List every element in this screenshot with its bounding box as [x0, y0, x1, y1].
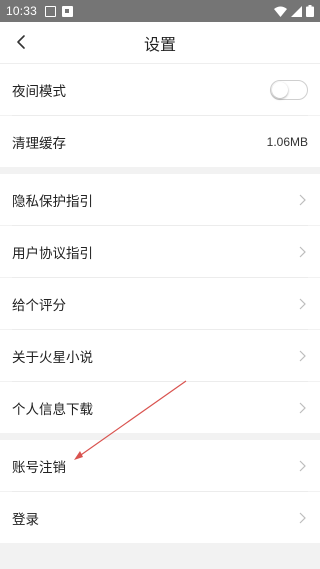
chevron-right-icon	[299, 194, 306, 205]
header: 设置	[0, 22, 320, 64]
list-item-label: 关于火星小说	[12, 349, 93, 366]
clear-cache-row[interactable]: 清理缓存 1.06MB	[0, 116, 320, 167]
chevron-right-icon	[299, 512, 306, 523]
list-item-label: 账号注销	[12, 459, 66, 476]
list-item-label: 给个评分	[12, 297, 66, 314]
list-item-privacy[interactable]: 隐私保护指引	[0, 174, 320, 225]
night-mode-label: 夜间模式	[12, 83, 66, 100]
list-item-login[interactable]: 登录	[0, 492, 320, 543]
list-item-delete-account[interactable]: 账号注销	[0, 440, 320, 491]
list-item-label: 个人信息下载	[12, 401, 93, 418]
night-mode-row[interactable]: 夜间模式	[0, 64, 320, 115]
list-item-rate[interactable]: 给个评分	[0, 278, 320, 329]
night-mode-toggle[interactable]	[270, 79, 308, 100]
image-notification-icon	[45, 5, 57, 17]
back-arrow-icon[interactable]	[12, 32, 32, 52]
list-item-label: 隐私保护指引	[12, 193, 93, 210]
chevron-right-icon	[299, 350, 306, 361]
signal-icon	[291, 5, 302, 17]
status-time: 10:33	[6, 4, 38, 18]
page-title: 设置	[143, 34, 176, 54]
chevron-right-icon	[299, 298, 306, 309]
toggle-knob	[272, 81, 288, 98]
list-item-about[interactable]: 关于火星小说	[0, 330, 320, 381]
list-item-personal-info-download[interactable]: 个人信息下载	[0, 382, 320, 433]
chevron-right-icon	[299, 402, 306, 413]
chevron-right-icon	[299, 460, 306, 471]
list-item-label: 用户协议指引	[12, 245, 93, 262]
status-bar: 10:33	[0, 0, 320, 22]
list-item-user-agreement[interactable]: 用户协议指引	[0, 226, 320, 277]
app-notification-icon	[62, 5, 74, 17]
chevron-right-icon	[299, 246, 306, 257]
list-item-label: 登录	[12, 511, 39, 528]
wifi-icon	[274, 6, 287, 17]
cache-size-value: 1.06MB	[266, 134, 308, 149]
clear-cache-label: 清理缓存	[12, 135, 66, 152]
battery-icon	[306, 5, 314, 17]
